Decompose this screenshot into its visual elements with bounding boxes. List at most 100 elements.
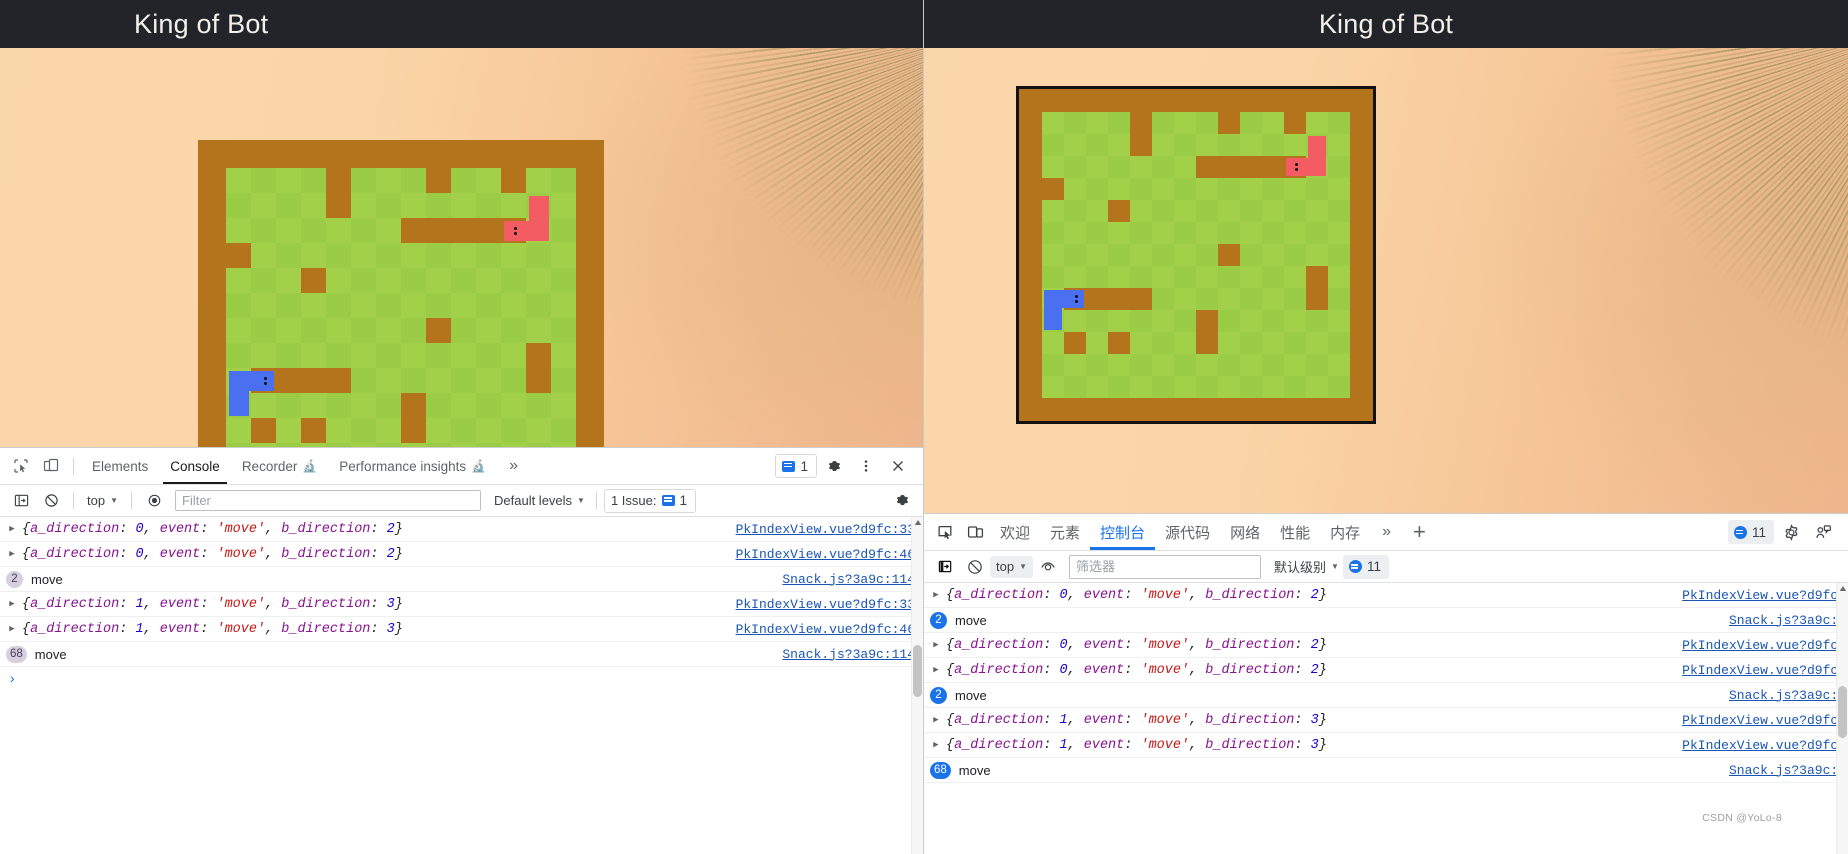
- console-row[interactable]: ▶ {a_direction: 0, event: 'move', b_direc…: [924, 633, 1848, 658]
- console-log-desktop[interactable]: ▶ {a_direction: 0, event: 'move', b_direc…: [0, 517, 923, 854]
- tab-sources-cn[interactable]: 源代码: [1155, 514, 1220, 550]
- board-cell-grass: [1174, 222, 1196, 244]
- console-row[interactable]: ▶ {a_direction: 1, event: 'move', b_direc…: [924, 733, 1848, 758]
- board-cell-grass: [476, 193, 501, 218]
- game-board-mobile[interactable]: [1016, 86, 1376, 424]
- console-source-link[interactable]: PkIndexView.vue?d9fc:33: [736, 522, 921, 537]
- console-filter-input-mobile[interactable]: [1069, 554, 1261, 579]
- more-tabs-chevron-icon[interactable]: »: [1370, 523, 1403, 541]
- console-scrollbar[interactable]: [1836, 583, 1848, 854]
- issues-chip-filterbar[interactable]: 1 Issue: 1: [603, 488, 697, 513]
- tab-welcome[interactable]: 欢迎: [990, 514, 1040, 550]
- tab-elements-cn[interactable]: 元素: [1040, 514, 1090, 550]
- console-row[interactable]: ▶ {a_direction: 1, event: 'move', b_direc…: [0, 617, 923, 642]
- console-row[interactable]: ▶ {a_direction: 0, event: 'move', b_direc…: [0, 542, 923, 567]
- scrollbar-thumb[interactable]: [913, 645, 922, 698]
- console-row[interactable]: ▶ {a_direction: 0, event: 'move', b_direc…: [924, 583, 1848, 608]
- board-cell-grass: [1240, 288, 1262, 310]
- console-row[interactable]: 68 move Snack.js?3a9c:114: [0, 642, 923, 667]
- add-panel-icon[interactable]: +: [1403, 521, 1436, 543]
- issues-badge-mobile[interactable]: 11: [1727, 520, 1774, 544]
- filterbar-divider-2: [131, 492, 132, 509]
- settings-gear-icon[interactable]: [1776, 518, 1806, 546]
- console-source-link[interactable]: PkIndexView.vue?d9fc:: [1682, 713, 1846, 728]
- clear-console-icon[interactable]: [960, 553, 990, 581]
- customize-icon[interactable]: [1808, 518, 1838, 546]
- console-row[interactable]: ▶ {a_direction: 1, event: 'move', b_direc…: [0, 592, 923, 617]
- execution-context-select-mobile[interactable]: top ▼: [990, 555, 1033, 578]
- tab-performance-cn[interactable]: 性能: [1270, 514, 1320, 550]
- clear-console-icon[interactable]: [36, 487, 66, 515]
- expand-triangle-icon[interactable]: ▶: [930, 665, 942, 675]
- game-board-desktop[interactable]: [198, 140, 604, 495]
- app-brand-title-mobile[interactable]: King of Bot: [1319, 10, 1453, 38]
- console-settings-icon[interactable]: [887, 487, 917, 515]
- expand-triangle-icon[interactable]: ▶: [930, 740, 942, 750]
- expand-triangle-icon[interactable]: ▶: [6, 624, 18, 634]
- scroll-up-arrow-icon[interactable]: [914, 519, 922, 527]
- console-row-content: ▶ {a_direction: 1, event: 'move', b_direc…: [6, 622, 403, 637]
- device-toggle-icon[interactable]: [36, 452, 66, 480]
- tab-network-cn[interactable]: 网络: [1220, 514, 1270, 550]
- expand-triangle-icon[interactable]: ▶: [930, 590, 942, 600]
- expand-triangle-icon[interactable]: ▶: [6, 599, 18, 609]
- console-filter-input[interactable]: [175, 490, 481, 511]
- console-source-link[interactable]: PkIndexView.vue?d9fc:: [1682, 588, 1846, 603]
- issues-chip-filterbar-mobile[interactable]: 11: [1342, 554, 1389, 579]
- expand-triangle-icon[interactable]: ▶: [6, 524, 18, 534]
- board-cell-grass: [1218, 178, 1240, 200]
- console-source-link[interactable]: Snack.js?3a9c:114: [782, 647, 921, 662]
- console-source-link[interactable]: Snack.js?3a9c:1: [1729, 688, 1846, 703]
- tab-performance-insights[interactable]: Performance insights 🔬: [328, 448, 497, 484]
- console-row[interactable]: 68 move Snack.js?3a9c:1: [924, 758, 1848, 783]
- expand-triangle-icon[interactable]: ▶: [6, 549, 18, 559]
- console-row[interactable]: ▶ {a_direction: 0, event: 'move', b_direc…: [0, 517, 923, 542]
- execution-context-select[interactable]: top ▼: [81, 490, 124, 512]
- console-row[interactable]: 2 move Snack.js?3a9c:1: [924, 608, 1848, 633]
- scrollbar-thumb[interactable]: [1838, 685, 1847, 738]
- console-source-link[interactable]: PkIndexView.vue?d9fc:46: [736, 547, 921, 562]
- inspect-icon[interactable]: [6, 452, 36, 480]
- console-row[interactable]: 2 move Snack.js?3a9c:1: [924, 683, 1848, 708]
- inspect-icon[interactable]: [930, 518, 960, 546]
- console-prompt[interactable]: ›: [0, 667, 923, 693]
- console-sidebar-icon[interactable]: [6, 487, 36, 515]
- console-source-link[interactable]: PkIndexView.vue?d9fc:: [1682, 738, 1846, 753]
- expand-triangle-icon[interactable]: ▶: [930, 640, 942, 650]
- tab-console[interactable]: Console: [159, 448, 231, 484]
- console-sidebar-icon[interactable]: [930, 553, 960, 581]
- console-row[interactable]: ▶ {a_direction: 0, event: 'move', b_direc…: [924, 658, 1848, 683]
- tab-recorder[interactable]: Recorder 🔬: [231, 448, 328, 484]
- console-scrollbar[interactable]: [911, 517, 923, 854]
- console-source-link[interactable]: PkIndexView.vue?d9fc:46: [736, 622, 921, 637]
- board-cell-grass: [526, 318, 551, 343]
- settings-gear-icon[interactable]: [819, 452, 849, 480]
- more-vertical-icon[interactable]: [851, 452, 881, 480]
- board-cell-grass: [1284, 200, 1306, 222]
- live-expression-icon[interactable]: [1033, 553, 1063, 581]
- issues-badge[interactable]: 1: [775, 454, 817, 478]
- device-toggle-icon[interactable]: [960, 518, 990, 546]
- close-icon[interactable]: [883, 452, 913, 480]
- tab-elements[interactable]: Elements: [81, 448, 159, 484]
- console-source-link[interactable]: Snack.js?3a9c:1: [1729, 763, 1846, 778]
- console-row[interactable]: ▶ {a_direction: 1, event: 'move', b_direc…: [924, 708, 1848, 733]
- console-source-link[interactable]: PkIndexView.vue?d9fc:: [1682, 638, 1846, 653]
- console-row[interactable]: 2 move Snack.js?3a9c:114: [0, 567, 923, 592]
- console-source-link[interactable]: PkIndexView.vue?d9fc:33: [736, 597, 921, 612]
- console-source-link[interactable]: Snack.js?3a9c:114: [782, 572, 921, 587]
- console-source-link[interactable]: Snack.js?3a9c:1: [1729, 613, 1846, 628]
- more-tabs-chevron-icon[interactable]: »: [497, 457, 530, 475]
- live-expression-icon[interactable]: [139, 487, 169, 515]
- scroll-up-arrow-icon[interactable]: [1839, 585, 1847, 593]
- console-source-link[interactable]: PkIndexView.vue?d9fc:: [1682, 663, 1846, 678]
- expand-triangle-icon[interactable]: ▶: [930, 715, 942, 725]
- board-cell-grass: [1328, 354, 1350, 376]
- log-levels-select-mobile[interactable]: 默认级别 ▼: [1270, 555, 1343, 578]
- tab-memory-cn[interactable]: 内存: [1320, 514, 1370, 550]
- log-levels-select[interactable]: Default levels ▼: [490, 491, 589, 510]
- console-log-mobile[interactable]: CSDN @YoLo-8 ▶ {a_direction: 0, event: 'm…: [924, 583, 1848, 854]
- tab-console-cn[interactable]: 控制台: [1090, 514, 1156, 550]
- board-cell-grass: [451, 293, 476, 318]
- app-brand-title[interactable]: King of Bot: [134, 10, 268, 38]
